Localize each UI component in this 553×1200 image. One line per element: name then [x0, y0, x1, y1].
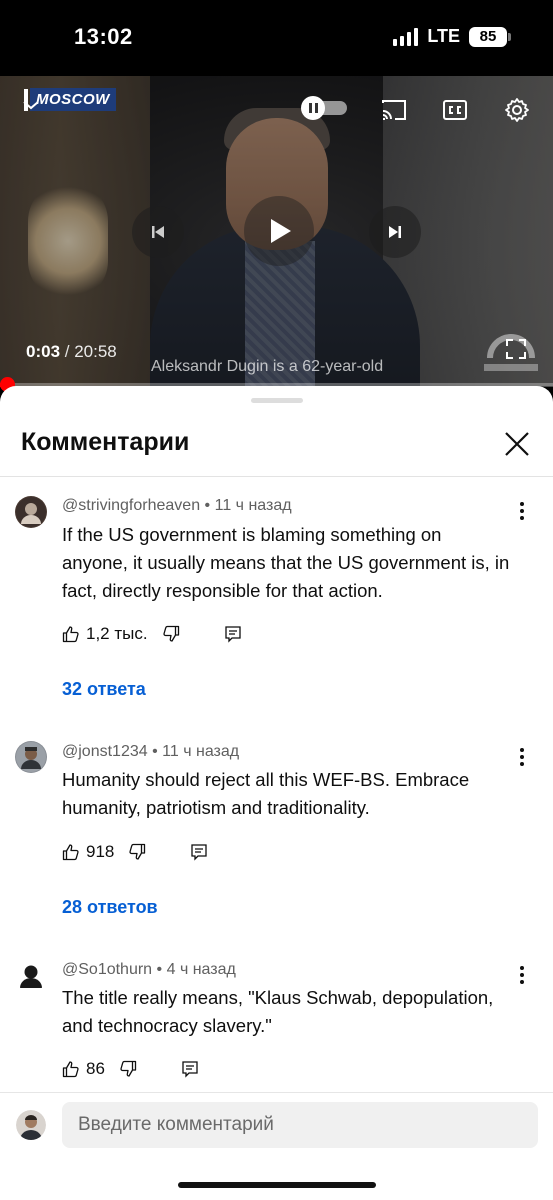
- home-indicator: [178, 1182, 376, 1188]
- my-avatar: [16, 1110, 46, 1140]
- time-display: 0:03 / 20:58: [26, 342, 117, 362]
- comment-meta: @So1othurn • 4 ч назад: [62, 961, 236, 979]
- signal-icon: [393, 27, 419, 46]
- video-duration: 20:58: [74, 342, 117, 361]
- reply-button[interactable]: [181, 1060, 199, 1078]
- comments-title: Комментарии: [21, 428, 190, 456]
- comment-author[interactable]: @jonst1234: [62, 743, 148, 760]
- previous-button[interactable]: [132, 206, 184, 258]
- thumbs-down-icon: [120, 1060, 137, 1077]
- comment-actions: 1,2 тыс.: [62, 622, 242, 646]
- video-subtitle: Aleksandr Dugin is a 62-year-old: [151, 358, 384, 375]
- next-icon: [389, 226, 401, 238]
- cast-icon[interactable]: [380, 96, 408, 124]
- close-icon[interactable]: [502, 429, 532, 459]
- more-options-icon[interactable]: [512, 745, 532, 769]
- comment-meta: @jonst1234 • 11 ч назад: [62, 743, 239, 761]
- status-indicators: LTE 85: [393, 26, 511, 47]
- like-button[interactable]: 86: [62, 1059, 105, 1079]
- avatar[interactable]: [15, 496, 47, 528]
- comment-time: 11 ч назад: [214, 497, 292, 514]
- dislike-button[interactable]: [162, 625, 180, 643]
- thumbs-up-icon: [62, 844, 79, 861]
- comment-meta: @strivingforheaven • 11 ч назад: [62, 497, 292, 515]
- replies-link[interactable]: 32 ответа: [62, 679, 146, 700]
- pause-icon: [301, 96, 325, 120]
- divider: [0, 476, 553, 477]
- comment-text: If the US government is blaming somethin…: [62, 524, 510, 601]
- time-separator: /: [60, 342, 75, 361]
- comments-panel: Комментарии @strivingforheaven • 11 ч на…: [0, 386, 553, 1200]
- comment-actions: 918: [62, 840, 208, 864]
- comment-author[interactable]: @strivingforheaven: [62, 497, 200, 514]
- replies-link[interactable]: 28 ответов: [62, 897, 158, 918]
- reply-icon: [182, 1061, 198, 1078]
- comment-actions: 86: [62, 1057, 199, 1081]
- cc-icon[interactable]: [441, 96, 469, 124]
- avatar[interactable]: [15, 960, 47, 992]
- like-count: 1,2 тыс.: [86, 624, 148, 643]
- channel-location-label: MOSCOW: [30, 88, 116, 111]
- like-count: 918: [86, 842, 115, 861]
- like-button[interactable]: 918: [62, 842, 114, 862]
- like-count: 86: [86, 1059, 105, 1078]
- status-time: 13:02: [74, 24, 133, 49]
- autoplay-toggle[interactable]: [301, 96, 347, 120]
- current-time: 0:03: [26, 342, 61, 361]
- drag-handle[interactable]: [251, 398, 303, 403]
- play-button[interactable]: [244, 196, 314, 266]
- meta-separator: •: [156, 961, 163, 978]
- network-type: LTE: [427, 26, 460, 46]
- dislike-button[interactable]: [128, 843, 146, 861]
- more-options-icon[interactable]: [512, 963, 532, 987]
- comment-time: 4 ч назад: [166, 961, 236, 978]
- meta-separator: •: [204, 497, 211, 514]
- reply-icon: [191, 844, 208, 861]
- reply-button[interactable]: [190, 843, 208, 861]
- chevron-down-icon[interactable]: [22, 98, 40, 116]
- comment-text: Humanity should reject all this WEF-BS. …: [62, 769, 470, 818]
- reply-icon: [224, 626, 241, 643]
- thumbs-down-icon: [129, 843, 146, 860]
- comment-time: 11 ч назад: [162, 743, 240, 760]
- comment-input[interactable]: [62, 1102, 538, 1148]
- comment-author[interactable]: @So1othurn: [62, 961, 152, 978]
- comment-text: The title really means, "Klaus Schwab, d…: [62, 987, 494, 1036]
- previous-icon: [152, 226, 164, 238]
- thumbs-up-icon: [62, 626, 79, 643]
- reply-button[interactable]: [224, 625, 242, 643]
- like-button[interactable]: 1,2 тыс.: [62, 624, 148, 644]
- meta-separator: •: [152, 743, 158, 760]
- more-options-icon[interactable]: [512, 499, 532, 523]
- status-bar: 13:02 LTE 85: [0, 0, 553, 76]
- battery-icon: 85: [469, 26, 511, 47]
- divider: [0, 1092, 553, 1093]
- thumbs-up-icon: [62, 1061, 79, 1078]
- gear-icon[interactable]: [503, 96, 531, 124]
- thumbs-down-icon: [162, 625, 179, 642]
- next-button[interactable]: [369, 206, 421, 258]
- avatar[interactable]: [15, 741, 47, 773]
- dislike-button[interactable]: [119, 1060, 137, 1078]
- play-icon: [271, 219, 291, 243]
- fullscreen-icon[interactable]: [505, 338, 527, 365]
- video-player[interactable]: MOSCOW 0:03 / 20:58 Aleksandr Dugin is a…: [0, 76, 553, 386]
